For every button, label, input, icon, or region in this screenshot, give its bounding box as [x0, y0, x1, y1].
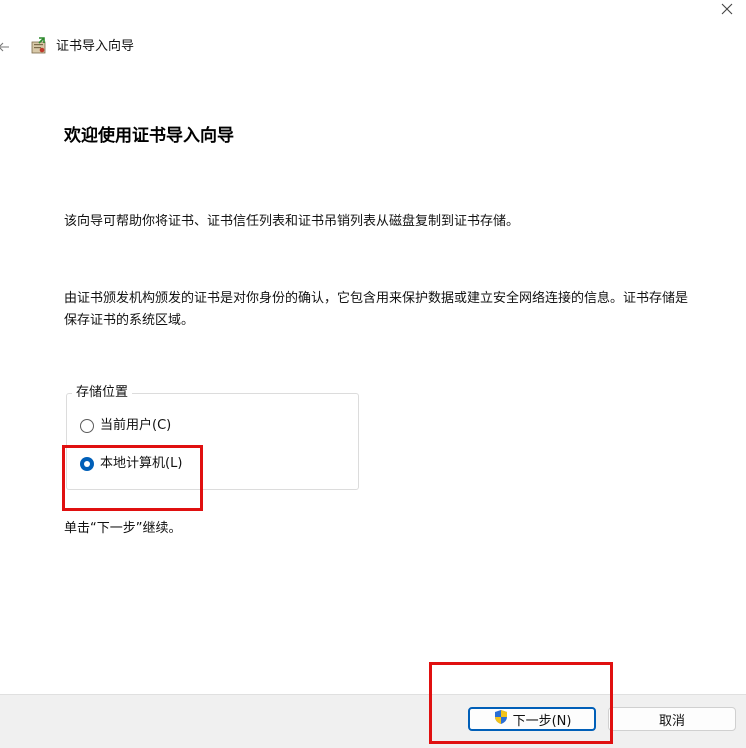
close-button[interactable] — [712, 0, 742, 18]
next-button[interactable]: 下一步(N) — [468, 707, 596, 731]
page-heading: 欢迎使用证书导入向导 — [64, 126, 234, 146]
certificate-wizard-icon — [29, 36, 49, 56]
cancel-button[interactable]: 取消 — [608, 707, 736, 731]
store-location-group — [66, 393, 359, 490]
window-title: 证书导入向导 — [56, 39, 135, 54]
cancel-button-label: 取消 — [658, 713, 685, 729]
back-arrow-icon — [0, 42, 9, 52]
radio-button-unchecked[interactable] — [80, 419, 94, 433]
next-button-label: 下一步(N) — [512, 713, 572, 729]
close-icon — [721, 3, 733, 15]
wizard-description: 该向导可帮助你将证书、证书信任列表和证书吊销列表从磁盘复制到证书存储。 — [64, 214, 520, 229]
radio-button-checked[interactable] — [80, 457, 94, 471]
radio-local-machine-label: 本地计算机(L) — [100, 456, 183, 471]
store-location-label: 存储位置 — [72, 383, 133, 403]
radio-current-user[interactable]: 当前用户(C) — [80, 416, 171, 436]
radio-local-machine[interactable]: 本地计算机(L) — [80, 454, 182, 474]
radio-current-user-label: 当前用户(C) — [100, 418, 172, 433]
back-button[interactable] — [0, 38, 12, 56]
uac-shield-icon — [493, 709, 509, 729]
certificate-import-wizard-window: 证书导入向导 欢迎使用证书导入向导 该向导可帮助你将证书、证书信任列表和证书吊销… — [0, 0, 746, 748]
certificate-explanation: 由证书颁发机构颁发的证书是对你身份的确认，它包含用来保护数据或建立安全网络连接的… — [64, 291, 689, 328]
continue-hint: 单击“下一步”继续。 — [64, 521, 182, 536]
